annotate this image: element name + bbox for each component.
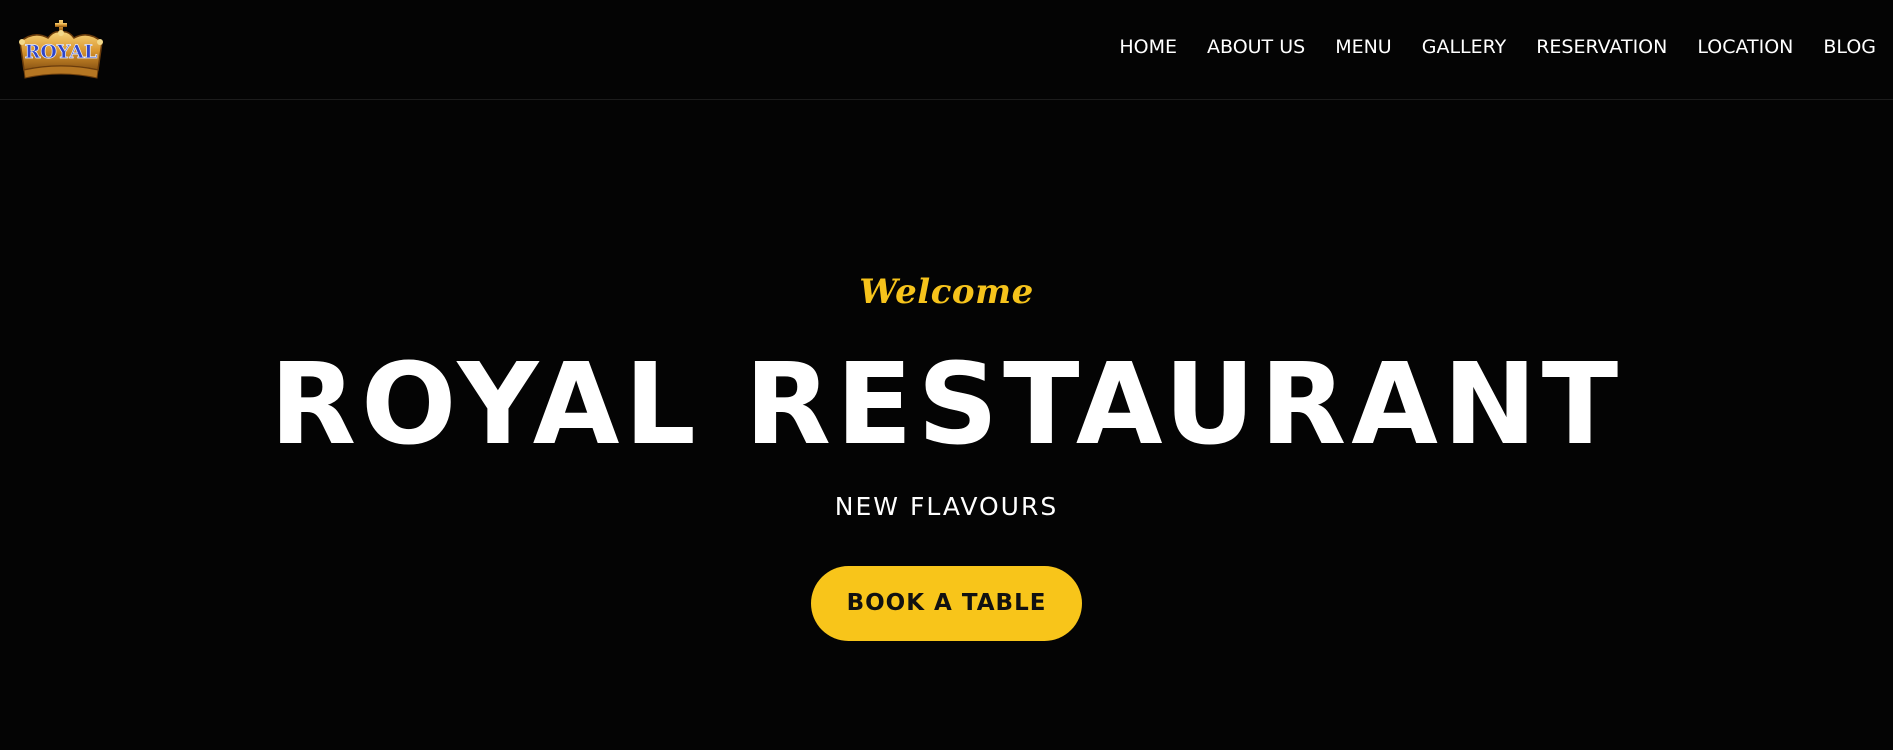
nav-about-us[interactable]: ABOUT US xyxy=(1207,36,1305,58)
main-nav: HOME ABOUT US MENU GALLERY RESERVATION L… xyxy=(1089,36,1876,58)
hero-subtitle: NEW FLAVOURS xyxy=(834,492,1059,521)
crown-logo-icon[interactable]: ROYAL xyxy=(14,18,108,82)
nav-blog[interactable]: BLOG xyxy=(1823,36,1876,58)
hero-welcome: Welcome xyxy=(859,272,1034,312)
nav-gallery[interactable]: GALLERY xyxy=(1422,36,1507,58)
book-a-table-button[interactable]: BOOK A TABLE xyxy=(811,566,1082,641)
nav-menu[interactable]: MENU xyxy=(1335,36,1392,58)
nav-home[interactable]: HOME xyxy=(1119,36,1177,58)
crown-logo-graphic: ROYAL xyxy=(19,20,103,79)
site-header: ROYAL HOME ABOUT US MENU GALLERY RESERVA… xyxy=(0,0,1893,100)
hero-section: Welcome ROYAL RESTAURANT NEW FLAVOURS BO… xyxy=(0,100,1893,750)
nav-location[interactable]: LOCATION xyxy=(1697,36,1793,58)
logo-wordmark: ROYAL xyxy=(25,41,98,63)
nav-reservation[interactable]: RESERVATION xyxy=(1536,36,1667,58)
hero-title: ROYAL RESTAURANT xyxy=(269,340,1624,470)
